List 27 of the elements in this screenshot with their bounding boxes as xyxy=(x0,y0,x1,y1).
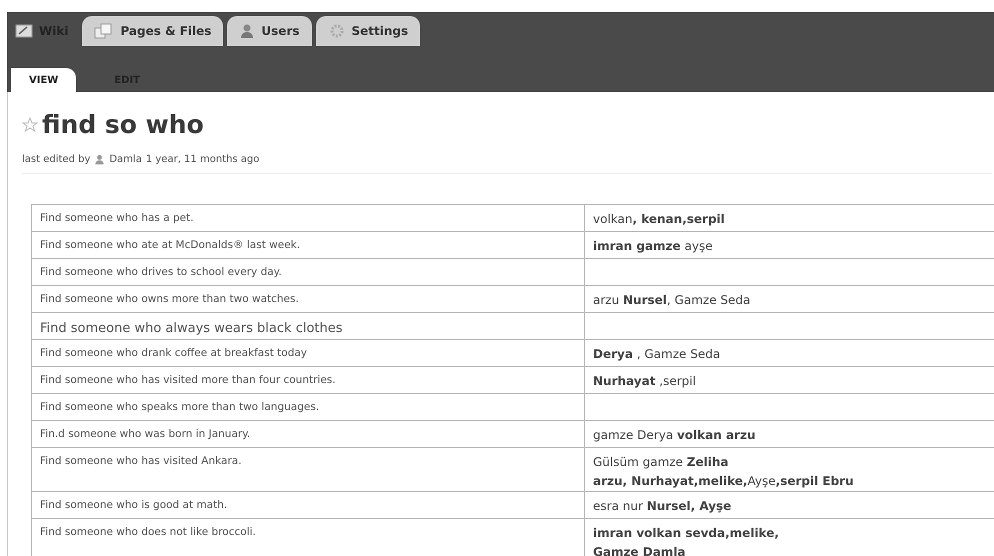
question-cell: Find someone who always wears black clothes xyxy=(32,312,584,339)
question-cell: Find someone who has visited more than four countries. xyxy=(32,366,584,393)
nav-tab[interactable]: Settings xyxy=(316,16,420,46)
author-link[interactable]: Damla xyxy=(109,152,142,166)
user-icon xyxy=(239,23,256,39)
answer-cell: volkan, kenan,serpil xyxy=(584,204,994,231)
page-title: find so who xyxy=(42,109,204,141)
pages-icon xyxy=(94,23,114,39)
question-cell: Find someone who drank coffee at breakfast today xyxy=(32,339,584,366)
question-cell: Find someone who does not like broccoli. xyxy=(32,518,584,556)
question-cell: Find someone who has visited Ankara. xyxy=(32,447,584,491)
nav-tab[interactable]: Pages & Files xyxy=(82,16,224,46)
question-cell: Find someone who is good at math. xyxy=(32,491,584,518)
question-cell: Find someone who speaks more than two languages. xyxy=(32,393,584,420)
question-cell: Fin.d someone who was born in January. xyxy=(32,420,584,447)
star-icon[interactable] xyxy=(22,116,38,133)
user-icon xyxy=(94,154,106,164)
question-cell: Find someone who has a pet. xyxy=(32,204,584,231)
nav-tab[interactable]: Users xyxy=(227,16,312,46)
view-tab[interactable]: VIEW xyxy=(11,68,76,92)
meta-label: last edited by xyxy=(22,152,90,166)
gear-icon xyxy=(328,23,346,39)
edit-time: 1 year, 11 months ago xyxy=(146,152,260,166)
wiki-icon xyxy=(15,23,33,39)
question-cell: Find someone who owns more than two watches. xyxy=(32,285,584,312)
question-cell: Find someone who ate at McDonalds® last week. xyxy=(32,231,584,258)
question-cell: Find someone who drives to school every day. xyxy=(32,258,584,285)
